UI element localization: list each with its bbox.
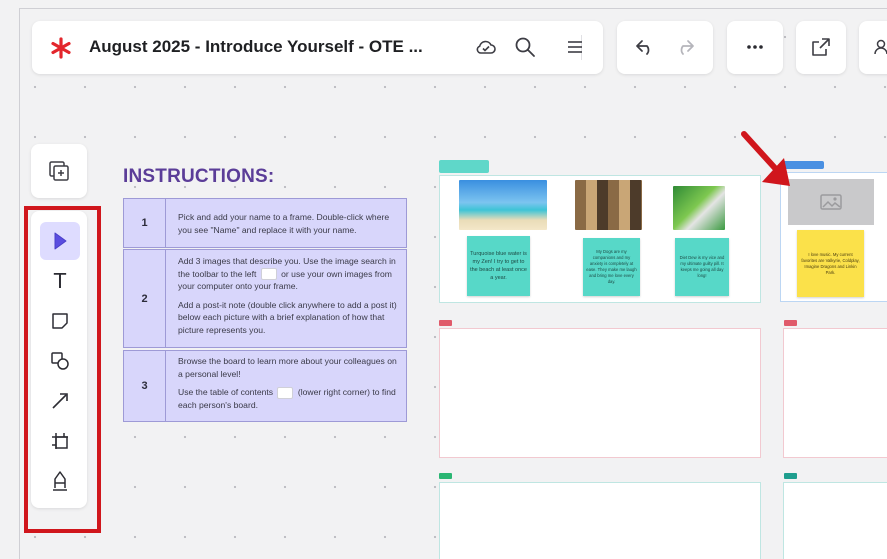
frames-add-icon [49,161,69,181]
participant-frame[interactable] [439,482,761,559]
sticky-note[interactable]: I love music. My current favorites are V… [797,230,864,297]
sticky-note[interactable]: Diet Dew is my vice and my ultimate guil… [675,238,729,296]
collaborators-icon[interactable] [871,35,887,59]
dogs-photo[interactable] [575,180,642,230]
more-options [727,21,783,74]
undo-icon[interactable] [633,35,657,59]
image-placeholder[interactable] [788,179,874,225]
image-icon [820,194,842,210]
step-text: Pick and add your name to a frame. Doubl… [178,212,390,235]
participant-frame[interactable] [439,328,761,458]
search-icon[interactable] [513,35,537,59]
soda-photo[interactable] [673,186,725,230]
cloud-check-icon[interactable] [474,35,498,59]
step-text: Add 3 images that describe you. Use the … [178,255,398,336]
step-text-part: Browse the board to learn more about you… [178,356,397,379]
history-controls [617,21,713,74]
redo-icon[interactable] [673,35,697,59]
step-number: 2 [124,250,166,347]
participant-frame[interactable] [783,328,887,458]
frame-name-tag[interactable] [439,473,452,479]
collaborators-control [859,21,887,74]
step-text-part: Use the table of contents [178,387,274,397]
arrow-annotation-icon [741,131,790,186]
instruction-row: 1 Pick and add your name to a frame. Dou… [123,198,407,248]
more-icon[interactable] [743,35,767,59]
step-number: 3 [124,351,166,421]
board-header: August 2025 - Introduce Yourself - OTE .… [32,21,603,74]
instruction-row: 2 Add 3 images that describe you. Use th… [123,249,407,348]
frames-panel-button[interactable] [31,144,87,198]
frame-name-tag[interactable] [784,473,797,479]
sticky-note[interactable]: My Dogs are my companions and my anxiety… [583,238,640,296]
beach-photo[interactable] [459,180,547,230]
step-text-part: Add a post-it note (double click anywher… [178,299,397,335]
frame-name-tag[interactable] [439,320,452,326]
logo-icon[interactable] [48,35,74,61]
share-icon[interactable] [809,35,833,59]
participant-frame[interactable] [783,482,887,559]
frame-name-tag[interactable] [439,160,489,173]
instruction-row: 3 Browse the board to learn more about y… [123,350,407,422]
toolbar-highlight-annotation [24,206,101,533]
instructions-title: INSTRUCTIONS: [123,166,275,187]
share-control [796,21,846,74]
step-text: Browse the board to learn more about you… [178,355,398,411]
step-number: 1 [124,199,166,247]
table-of-contents-icon [277,386,294,399]
sticky-note[interactable]: Turquoise blue water is my Zen! I try to… [467,236,530,296]
image-search-icon [260,268,277,281]
board-title[interactable]: August 2025 - Introduce Yourself - OTE .… [89,37,423,57]
frame-name-tag[interactable] [784,320,797,326]
menu-icon[interactable] [563,35,587,59]
